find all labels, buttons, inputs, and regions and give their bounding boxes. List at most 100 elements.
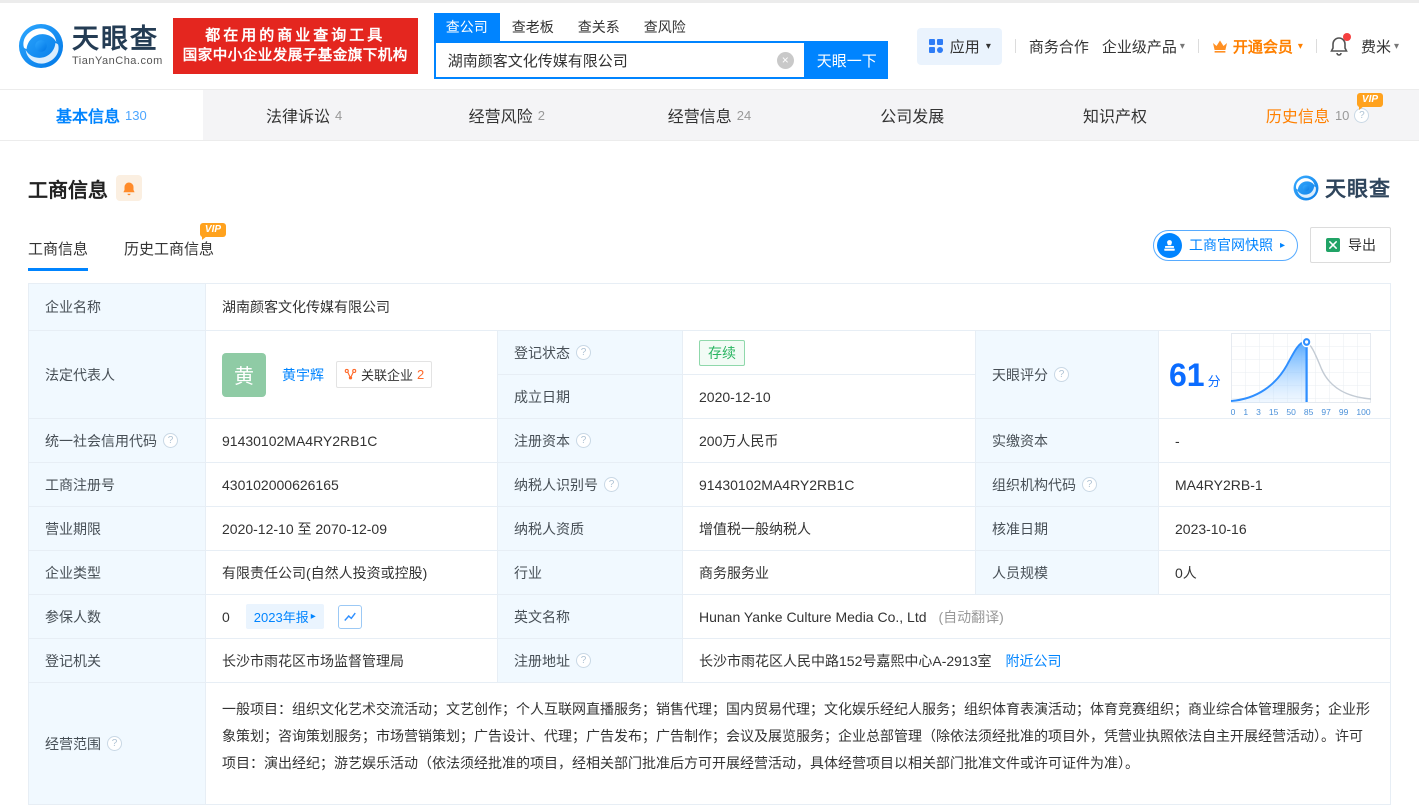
value-english-name: Hunan Yanke Culture Media Co., Ltd (自动翻译… — [683, 595, 1390, 639]
top-nav: 应用 ▾ 商务合作 企业级产品 ▾ 开通会员 ▾ 费米 ▾ — [916, 27, 1399, 65]
tab-intellectual-property[interactable]: 知识产权 — [1014, 90, 1217, 140]
label-credit-code: 统一社会信用代码 ? — [29, 419, 206, 463]
help-icon[interactable]: ? — [1082, 477, 1097, 492]
legal-rep-name-link[interactable]: 黄宇辉 — [282, 365, 324, 385]
tab-company-development[interactable]: 公司发展 — [811, 90, 1014, 140]
help-icon[interactable]: ? — [163, 433, 178, 448]
value-paid-capital: - — [1159, 419, 1390, 463]
tianyancha-watermark: 天眼查 — [1293, 173, 1391, 203]
value-registry-authority: 长沙市雨花区市场监督管理局 — [206, 639, 498, 683]
value-business-scope: 一般项目：组织文化艺术交流活动；文艺创作；个人互联网直播服务；销售代理；国内贸易… — [206, 683, 1390, 804]
value-industry: 商务服务业 — [683, 551, 976, 595]
label-registration-number: 工商注册号 — [29, 463, 206, 507]
label-business-term: 营业期限 — [29, 507, 206, 551]
trend-chart-button[interactable] — [337, 604, 362, 629]
related-companies-badge[interactable]: 关联企业 2 — [336, 361, 433, 388]
watermark-logo-text: 天眼查 — [1325, 178, 1391, 201]
help-icon[interactable]: ? — [576, 653, 591, 668]
slogan-line-1: 都在用的商业查询工具 — [205, 27, 386, 44]
official-snapshot-button[interactable]: 工商官网快照 ▸ — [1152, 229, 1298, 261]
search-button[interactable]: 天眼一下 — [805, 41, 888, 79]
divider — [1014, 39, 1016, 53]
clear-icon[interactable]: × — [776, 51, 794, 69]
related-label: 关联企业 — [361, 368, 414, 383]
subtab-business-info[interactable]: 工商信息 — [28, 238, 89, 271]
value-business-term: 2020-12-10 至 2070-12-09 — [206, 507, 498, 551]
search-box: × — [433, 41, 806, 79]
tab-legal-litigation[interactable]: 法律诉讼 4 — [203, 90, 406, 140]
org-chart-icon — [344, 368, 357, 380]
tab-history-info[interactable]: VIP 历史信息 10 ? — [1216, 90, 1419, 140]
crown-icon — [1212, 40, 1227, 53]
label-business-scope: 经营范围 ? — [29, 683, 206, 804]
help-icon[interactable]: ? — [576, 433, 591, 448]
export-button[interactable]: 导出 — [1310, 227, 1391, 263]
avatar[interactable]: 黄 — [222, 352, 266, 397]
main-content: 工商信息 天眼查 工商信息 VIP 历史工商信息 工商官网快照 ▸ 导出 企业名… — [0, 173, 1419, 805]
tab-operation-info[interactable]: 经营信息 24 — [608, 90, 811, 140]
value-established-date: 2020-12-10 — [683, 375, 976, 419]
vip-badge: VIP — [1356, 93, 1384, 110]
label-industry: 行业 — [498, 551, 683, 595]
notification-dot — [1342, 33, 1351, 41]
bell-curve-chart — [1230, 332, 1371, 403]
excel-icon — [1326, 238, 1340, 252]
divider — [1315, 39, 1317, 53]
help-icon[interactable]: ? — [576, 345, 591, 360]
logo-domain-text: TianYanCha.com — [72, 55, 163, 68]
label-established-date: 成立日期 — [498, 375, 683, 419]
help-icon[interactable]: ? — [1054, 367, 1069, 382]
snapshot-label: 工商官网快照 — [1188, 237, 1273, 253]
search-tab-relation[interactable]: 查关系 — [566, 13, 632, 41]
nav-cooperation[interactable]: 商务合作 — [1029, 36, 1089, 57]
score-distribution-chart[interactable]: 0 1 3 15 50 85 97 99 100 — [1230, 332, 1371, 417]
subtab-history-business-info[interactable]: VIP 历史工商信息 — [124, 223, 227, 271]
tianyancha-logo[interactable]: 天眼查 TianYanCha.com — [18, 23, 163, 69]
tab-operation-risk[interactable]: 经营风险 2 — [405, 90, 608, 140]
subscribe-bell-button[interactable] — [116, 175, 142, 201]
value-insured-count: 0 2023年报 ▸ — [206, 595, 498, 639]
status-badge: 存续 — [699, 339, 745, 366]
label-staff-size: 人员规模 — [976, 551, 1159, 595]
auto-translate-note: (自动翻译) — [938, 608, 1004, 625]
label-tianyan-score: 天眼评分 ? — [976, 331, 1159, 419]
search-tab-boss[interactable]: 查老板 — [500, 13, 566, 41]
search-area: 查公司 查老板 查关系 查风险 × 天眼一下 — [433, 13, 888, 79]
bell-icon — [123, 182, 135, 195]
label-approval-date: 核准日期 — [976, 507, 1159, 551]
tianyancha-swirl-icon — [18, 23, 64, 69]
logo-text: 天眼查 TianYanCha.com — [72, 24, 163, 68]
nav-enterprise[interactable]: 企业级产品 ▾ — [1102, 36, 1185, 57]
company-section-tabs: 基本信息 130 法律诉讼 4 经营风险 2 经营信息 24 公司发展 知识产权… — [0, 89, 1419, 141]
value-legal-representative: 黄 黄宇辉 关联企业 2 — [206, 331, 498, 419]
nearby-companies-link[interactable]: 附近公司 — [1006, 651, 1062, 671]
label-paid-capital: 实缴资本 — [976, 419, 1159, 463]
value-registration-status: 存续 — [683, 331, 976, 375]
user-menu[interactable]: 费米 ▾ — [1361, 36, 1399, 57]
label-registered-address: 注册地址 ? — [498, 639, 683, 683]
search-tab-company[interactable]: 查公司 — [433, 13, 500, 41]
enterprise-label: 企业级产品 — [1101, 38, 1177, 56]
chart-x-ticks: 0 1 3 15 50 85 97 99 100 — [1230, 406, 1371, 417]
value-company-name: 湖南颜客文化传媒有限公司 — [206, 284, 1390, 331]
stamp-icon — [1156, 232, 1182, 258]
label-taxpayer-quality: 纳税人资质 — [498, 507, 683, 551]
help-icon[interactable]: ? — [604, 477, 619, 492]
open-vip-link[interactable]: 开通会员 ▾ — [1212, 36, 1303, 57]
tab-basic-info[interactable]: 基本信息 130 — [0, 90, 203, 140]
value-tianyan-score: 61 分 0 1 3 15 50 85 97 99 100 — [1159, 331, 1390, 419]
line-chart-icon — [343, 612, 356, 621]
search-input[interactable] — [445, 50, 777, 70]
label-company-type: 企业类型 — [29, 551, 206, 595]
apps-menu[interactable]: 应用 ▾ — [916, 27, 1002, 65]
chevron-down-icon: ▾ — [985, 40, 991, 52]
notifications-button[interactable] — [1330, 33, 1351, 56]
search-tab-risk[interactable]: 查风险 — [632, 13, 698, 41]
label-registered-capital: 注册资本 ? — [498, 419, 683, 463]
apps-label: 应用 — [949, 38, 980, 56]
related-count: 2 — [417, 367, 425, 382]
tianyancha-swirl-icon — [1293, 175, 1319, 201]
help-icon[interactable]: ? — [107, 736, 122, 751]
slogan-line-2: 国家中小企业发展子基金旗下机构 — [182, 48, 408, 64]
annual-report-badge[interactable]: 2023年报 ▸ — [245, 604, 324, 629]
